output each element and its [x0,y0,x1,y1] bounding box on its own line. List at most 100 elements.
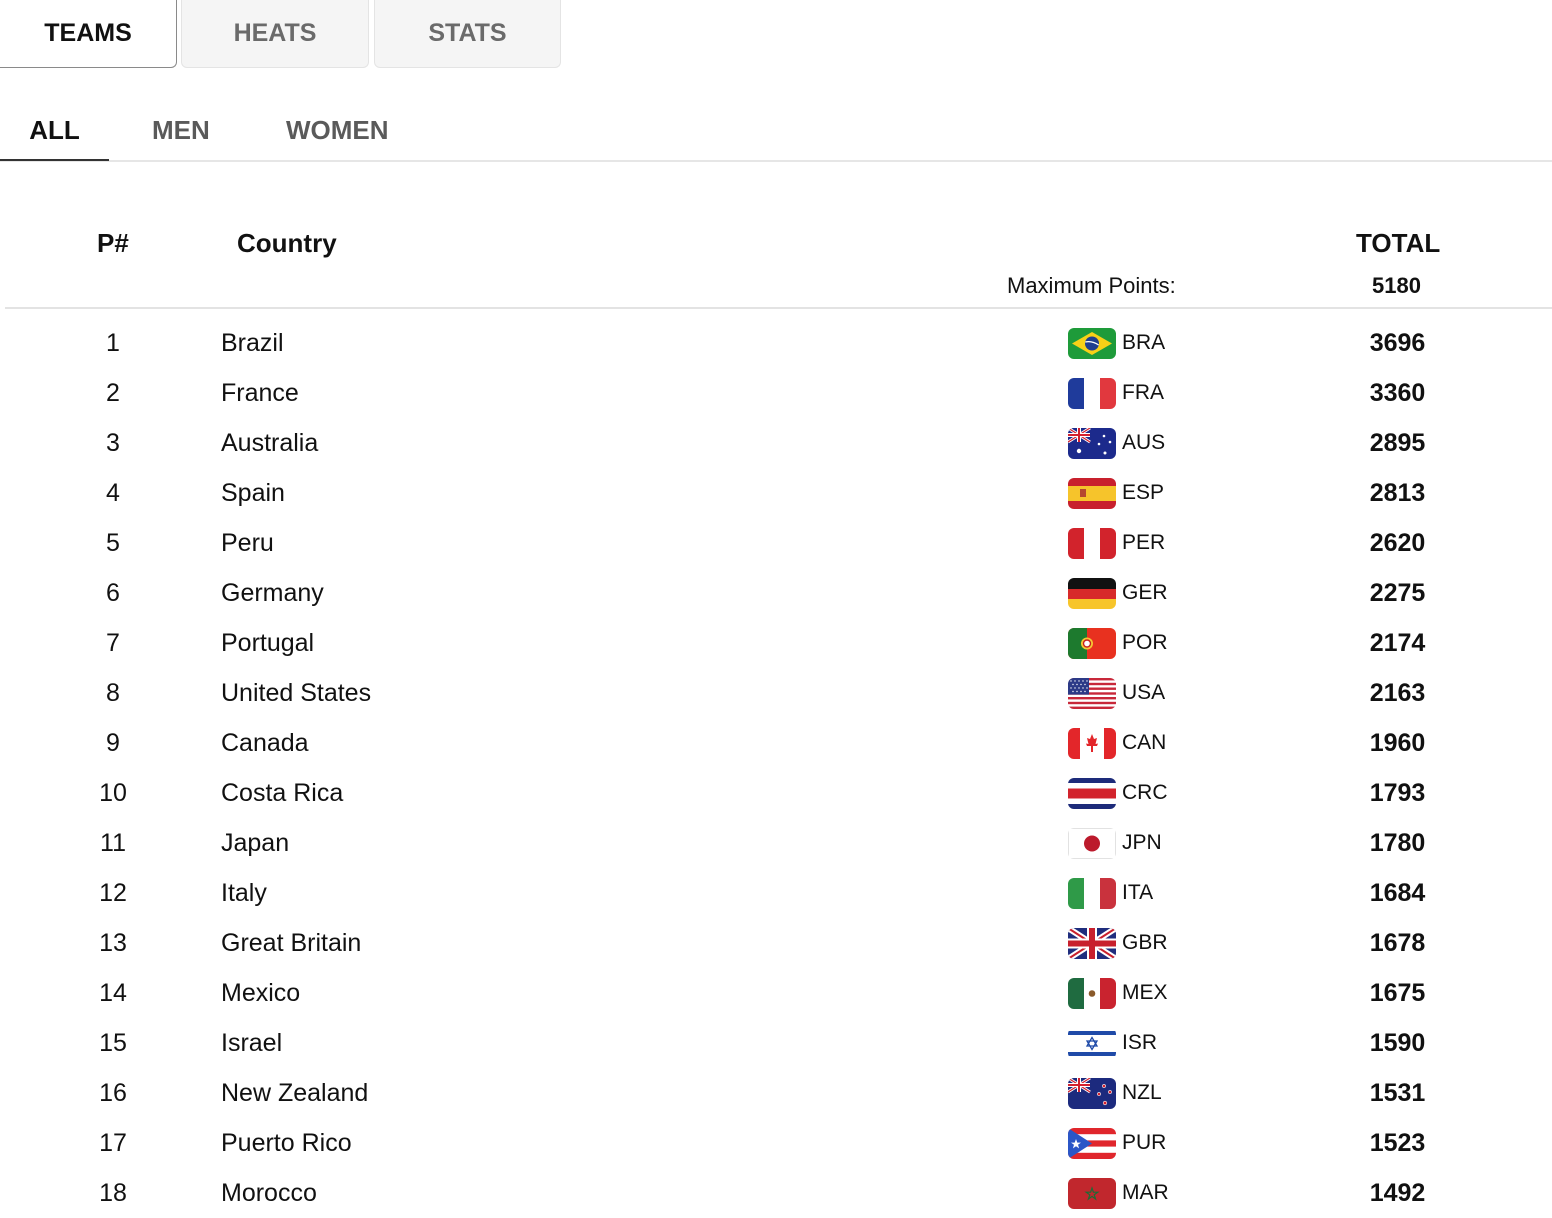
spain-flag-icon [1068,478,1116,509]
row-total: 2275 [1369,579,1426,607]
row-total: 1492 [1369,1179,1426,1207]
row-position: 1 [106,329,120,357]
table-row: 1 Brazil BRA 3696 [0,318,1552,368]
row-total: 1960 [1369,729,1426,757]
row-country: Israel [221,1029,283,1057]
row-total: 1590 [1369,1029,1426,1057]
australia-flag-icon [1068,428,1116,459]
row-total: 1531 [1369,1079,1426,1107]
table-row: 6 Germany GER 2275 [0,568,1552,618]
row-position: 4 [106,479,120,507]
row-position: 18 [99,1179,127,1207]
table-row: 14 Mexico MEX 1675 [0,968,1552,1018]
subtab-all[interactable]: ALL [0,100,109,160]
max-points-label: Maximum Points: [1007,273,1176,298]
standings-table: 1 Brazil BRA 3696 2 France FRA 3360 3 Au… [0,318,1552,1218]
row-country: France [221,379,299,407]
peru-flag-icon [1068,528,1116,559]
row-country-code: NZL [1122,1081,1162,1104]
subtab-men[interactable]: MEN [152,100,210,160]
row-country: Brazil [221,329,284,357]
row-position: 12 [99,879,127,907]
row-country: Germany [221,579,324,607]
column-header-country: Country [237,228,337,258]
row-country: Japan [221,829,290,857]
row-country-code: POR [1122,631,1168,654]
table-row: 17 Puerto Rico PUR 1523 [0,1118,1552,1168]
top-tab-bar: TEAMS HEATS STATS [0,0,1552,68]
row-country: New Zealand [221,1079,369,1107]
row-position: 6 [106,579,120,607]
row-position: 3 [106,429,120,457]
row-position: 16 [99,1079,127,1107]
gender-filter-tabs: ALL MEN WOMEN [0,100,1552,162]
row-country-code: ITA [1122,881,1154,904]
portugal-flag-icon [1068,628,1116,659]
israel-flag-icon [1068,1028,1116,1059]
row-country: Canada [221,729,309,757]
row-total: 1780 [1369,829,1426,857]
row-country-code: ISR [1122,1031,1158,1054]
row-country: United States [221,679,372,707]
great-britain-flag-icon [1068,928,1116,959]
table-row: 7 Portugal POR 2174 [0,618,1552,668]
row-position: 13 [99,929,127,957]
brazil-flag-icon [1068,328,1116,359]
row-country-code: MAR [1122,1181,1169,1204]
row-country-code: BRA [1122,331,1166,354]
row-total: 3696 [1369,329,1426,357]
subtab-women[interactable]: WOMEN [286,100,389,160]
germany-flag-icon [1068,578,1116,609]
morocco-flag-icon [1068,1178,1116,1209]
table-row: 5 Peru PER 2620 [0,518,1552,568]
row-total: 1678 [1369,929,1426,957]
active-subtab-indicator [0,159,109,161]
row-country-code: CAN [1122,731,1167,754]
row-country-code: FRA [1122,381,1164,404]
row-country: Portugal [221,629,315,657]
tab-teams[interactable]: TEAMS [0,0,177,68]
row-country-code: JPN [1122,831,1162,854]
tab-heats[interactable]: HEATS [181,0,369,68]
row-position: 9 [106,729,120,757]
row-country-code: PER [1122,531,1166,554]
row-country: Italy [221,879,267,907]
canada-flag-icon [1068,728,1116,759]
table-row: 3 Australia AUS 2895 [0,418,1552,468]
row-country-code: GER [1122,581,1168,604]
row-position: 7 [106,629,120,657]
row-position: 10 [99,779,127,807]
column-header-position: P# [97,228,129,258]
row-country: Mexico [221,979,301,1007]
costa-rica-flag-icon [1068,778,1116,809]
table-row: 13 Great Britain GBR 1678 [0,918,1552,968]
row-country: Great Britain [221,929,362,957]
row-total: 2813 [1369,479,1426,507]
table-row: 11 Japan JPN 1780 [0,818,1552,868]
row-country-code: CRC [1122,781,1168,804]
italy-flag-icon [1068,878,1116,909]
table-row: 4 Spain ESP 2813 [0,468,1552,518]
table-row: 9 Canada CAN 1960 [0,718,1552,768]
row-position: 14 [99,979,127,1007]
usa-flag-icon [1068,678,1116,709]
table-row: 16 New Zealand NZL 1531 [0,1068,1552,1118]
row-total: 1523 [1369,1129,1426,1157]
row-country: Australia [221,429,319,457]
row-country: Peru [221,529,274,557]
table-row: 18 Morocco MAR 1492 [0,1168,1552,1218]
row-position: 15 [99,1029,127,1057]
row-total: 1793 [1369,779,1426,807]
japan-flag-icon [1068,828,1116,859]
row-position: 11 [100,829,126,857]
row-country: Costa Rica [221,779,344,807]
max-points-value: 5180 [1372,273,1421,298]
row-country-code: ESP [1122,481,1165,504]
row-total: 1684 [1369,879,1426,907]
row-total: 3360 [1369,379,1426,407]
tab-stats[interactable]: STATS [374,0,561,68]
table-row: 2 France FRA 3360 [0,368,1552,418]
row-country: Spain [221,479,285,507]
puerto-rico-flag-icon [1068,1128,1116,1159]
france-flag-icon [1068,378,1116,409]
